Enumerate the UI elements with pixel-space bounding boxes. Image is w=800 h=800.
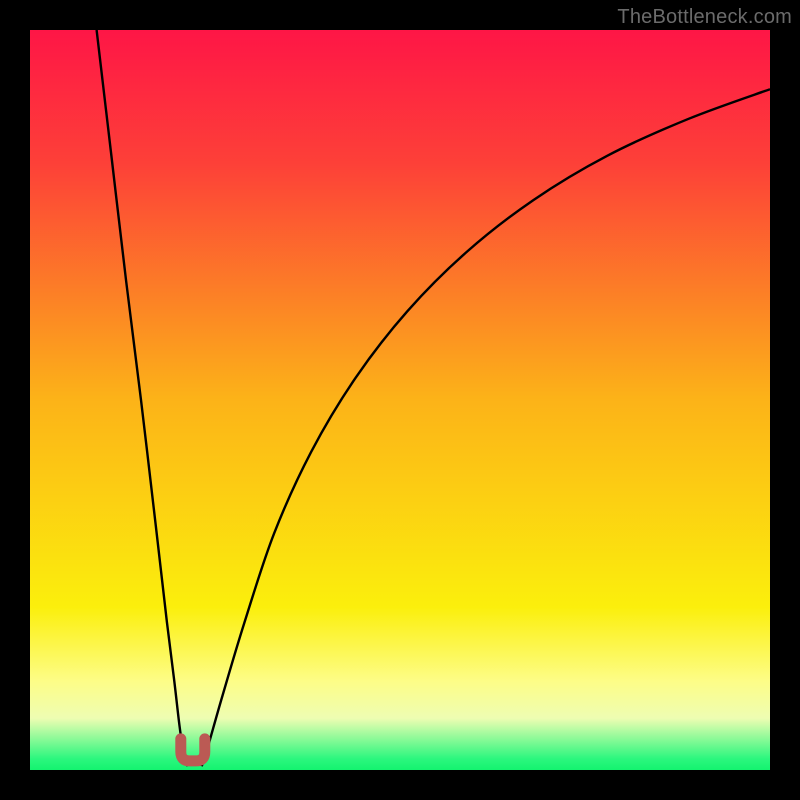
chart-svg xyxy=(30,30,770,770)
plot-area xyxy=(30,30,770,770)
chart-frame: TheBottleneck.com xyxy=(0,0,800,800)
watermark-text: TheBottleneck.com xyxy=(617,6,792,29)
